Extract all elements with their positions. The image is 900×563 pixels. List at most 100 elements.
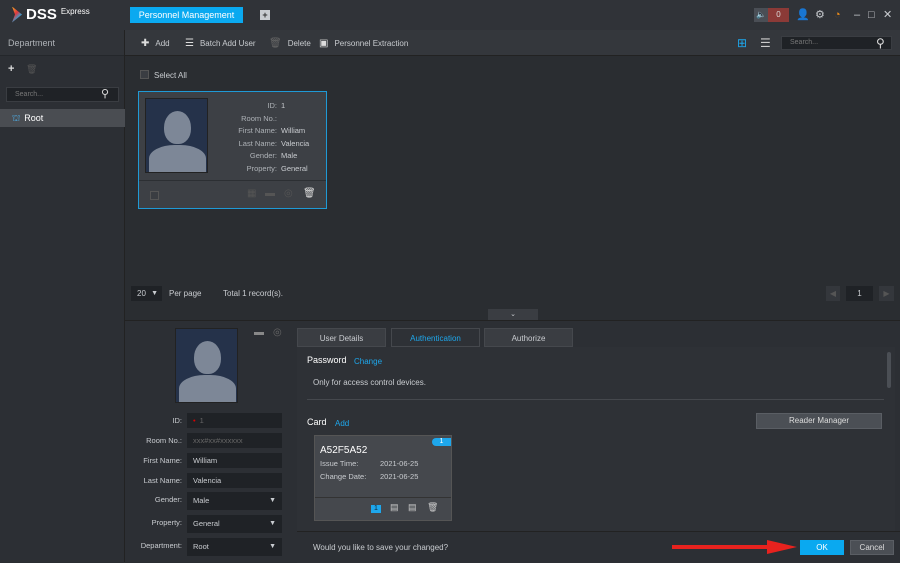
card-checkbox[interactable] — [150, 191, 159, 200]
brand: DSS — [26, 6, 57, 23]
fingerprint-icon[interactable]: ◎ — [284, 188, 293, 199]
delete-label: Delete — [287, 39, 311, 48]
tab-user-details[interactable]: User Details — [297, 328, 386, 347]
tab-personnel-management[interactable]: Personnel Management — [130, 7, 243, 23]
field-label: First Name: — [238, 126, 277, 135]
edit-card-icon[interactable]: ▤ — [408, 502, 417, 513]
field-label: Last Name: — [238, 138, 277, 148]
card-footer: ▦ ▬ ◎ 🗑 — [139, 180, 326, 208]
detail-avatar[interactable] — [175, 328, 238, 403]
form-select[interactable]: General ▼ — [187, 515, 282, 533]
field-label: ID: — [267, 101, 277, 110]
org-icon: ⛫ — [12, 113, 21, 123]
list-view-icon[interactable]: ☰ — [760, 36, 771, 50]
field-label: Property: — [246, 163, 277, 173]
reader-manager-button[interactable]: Reader Manager — [756, 413, 882, 429]
lock-card-icon[interactable]: ▤ — [390, 502, 399, 513]
tab-authentication[interactable]: Authentication — [391, 328, 480, 347]
change-date-value: 2021-06-25 — [380, 472, 419, 481]
user-icon[interactable]: 👤 — [796, 8, 810, 22]
form-label: Last Name: — [143, 476, 182, 485]
person-card[interactable]: ID: 1 Room No.: First Name: William Last Name… — [138, 91, 327, 209]
personnel-extraction-button[interactable]: ▣ Personnel Extraction — [319, 38, 408, 49]
trash-icon[interactable]: 🗑 — [427, 502, 438, 513]
close-icon[interactable]: ✕ — [883, 8, 892, 22]
cancel-button[interactable]: Cancel — [850, 540, 894, 555]
form-input[interactable]: xxx#xx#xxxxxx — [187, 433, 282, 448]
chevron-down-icon: ▼ — [269, 520, 276, 527]
card-field: First Name: William — [219, 125, 309, 138]
prev-page-button[interactable]: ◀ — [826, 286, 840, 301]
gear-icon[interactable]: ⚙ — [815, 8, 825, 22]
root-label: Root — [24, 113, 44, 123]
form-value: 1 — [199, 416, 204, 425]
card-badge: 1 — [432, 438, 451, 446]
plus-icon: ✚ — [141, 38, 150, 49]
card-icon[interactable]: ▬ — [265, 188, 275, 199]
page-size-select[interactable]: 20 ▼ — [131, 286, 162, 301]
issue-time-value: 2021-06-25 — [380, 459, 419, 468]
form-value: Root — [193, 542, 209, 551]
red-arrow-annotation — [672, 540, 797, 554]
qr-icon[interactable]: ▦ — [247, 188, 256, 199]
sidebar: Department + 🗑 Search... ⚲ ⛫ Root — [0, 30, 125, 562]
add-button[interactable]: ✚ Add — [141, 38, 170, 49]
search-icon[interactable]: ⚲ — [876, 36, 885, 50]
ok-button[interactable]: OK — [800, 540, 844, 555]
card-fields: ID: 1 Room No.: First Name: William Last Name… — [219, 100, 309, 175]
add-department-icon[interactable]: + — [8, 63, 14, 75]
trash-icon[interactable]: 🗑 — [26, 64, 37, 75]
trash-icon[interactable]: 🗑 — [303, 188, 316, 199]
per-page-label: Per page — [169, 289, 202, 298]
edition: Express — [60, 7, 90, 16]
chevron-down-icon: ▼ — [151, 290, 158, 297]
form-value: Valencia — [193, 476, 222, 485]
avatar — [145, 98, 208, 173]
card-icon[interactable]: ▬ — [254, 327, 264, 338]
divider — [307, 399, 884, 400]
field-value: General — [281, 163, 308, 173]
chevron-down-icon: ▼ — [269, 543, 276, 550]
collapse-handle[interactable]: ⌄ — [488, 309, 538, 320]
chevron-down-icon: ▼ — [269, 497, 276, 504]
form-value: Male — [193, 496, 210, 505]
add-card-link[interactable]: Add — [335, 419, 349, 428]
scrollbar[interactable] — [887, 352, 891, 388]
logo: DSS Express — [12, 6, 90, 23]
card-field: Gender: Male — [219, 150, 309, 163]
form-label: ID: — [172, 416, 182, 425]
gauge-icon[interactable]: ◔ — [834, 8, 841, 22]
form-label: Property: — [151, 518, 182, 527]
add-tab-icon[interactable]: + — [260, 10, 270, 20]
alarm-button[interactable]: 🔈 0 — [754, 8, 789, 22]
form-input[interactable]: William — [187, 453, 282, 468]
grid-view-icon[interactable]: ⊞ — [737, 36, 747, 50]
search-icon[interactable]: ⚲ — [101, 87, 109, 100]
batch-add-icon: ☰ — [185, 38, 194, 49]
form-select[interactable]: Male ▼ — [187, 492, 282, 510]
save-prompt: Would you like to save your changed? — [313, 543, 449, 552]
password-note: Only for access control devices. — [313, 378, 426, 387]
fingerprint-icon[interactable]: ◎ — [273, 327, 282, 338]
card-field: Last Name: Valencia — [219, 138, 310, 151]
change-password-link[interactable]: Change — [354, 357, 382, 366]
required-icon: • — [193, 416, 196, 425]
tab-authorize[interactable]: Authorize — [484, 328, 573, 347]
access-card[interactable]: 1 A52F5A52 Issue Time: 2021-06-25 Change… — [314, 435, 452, 521]
form-select[interactable]: Root ▼ — [187, 538, 282, 556]
delete-button[interactable]: 🗑 Delete — [269, 38, 311, 49]
card-index: 1 — [371, 505, 381, 513]
form-input[interactable]: Valencia — [187, 473, 282, 488]
select-all-checkbox[interactable] — [140, 70, 149, 79]
field-label: Gender: — [249, 151, 277, 160]
maximize-icon[interactable]: □ — [868, 8, 875, 22]
next-page-button[interactable]: ▶ — [879, 286, 894, 301]
minimize-icon[interactable]: – — [854, 8, 860, 22]
add-label: Add — [155, 39, 170, 48]
page-input[interactable]: 1 — [846, 286, 873, 301]
form-value: General — [193, 519, 220, 528]
batch-add-button[interactable]: ☰ Batch Add User — [185, 38, 256, 49]
divider — [315, 497, 451, 498]
form-input[interactable]: • 1 — [187, 413, 282, 428]
tree-item-root[interactable]: ⛫ Root — [0, 109, 125, 127]
